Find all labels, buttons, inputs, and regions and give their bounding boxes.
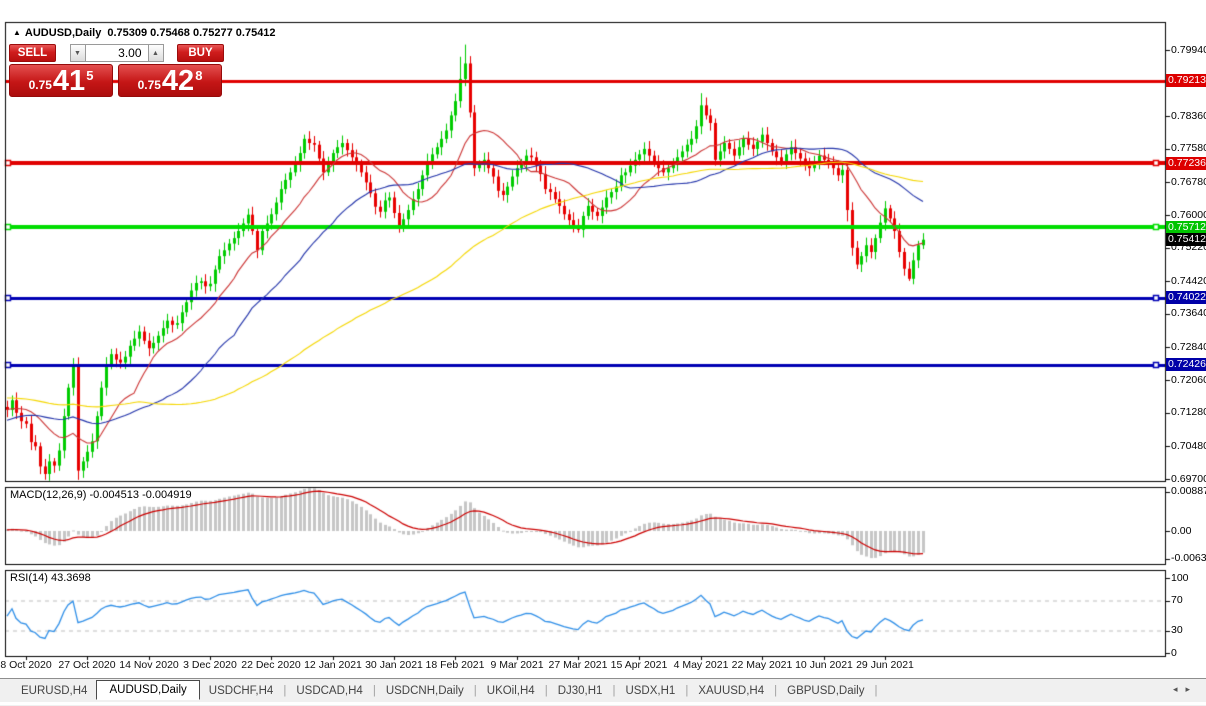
buy-price-box[interactable]: 0.75 42 8 bbox=[118, 64, 222, 97]
buy-price-prefix: 0.75 bbox=[137, 78, 161, 92]
sell-price-pip-digit: 5 bbox=[86, 68, 94, 83]
price-tick-label: 0.72840 bbox=[1171, 340, 1206, 353]
price-tick-label: 0.72060 bbox=[1171, 373, 1206, 386]
price-tick-label: 0.78360 bbox=[1171, 109, 1206, 122]
date-label: 15 Apr 2021 bbox=[610, 659, 668, 671]
volume-input[interactable] bbox=[85, 44, 148, 62]
macd-tick-label: -0.00632 bbox=[1171, 552, 1206, 565]
price-tick-label: 0.70480 bbox=[1171, 439, 1206, 452]
volume-spin-up-button[interactable]: ▲ bbox=[147, 44, 164, 62]
chart-tab-usdcnh-daily[interactable]: USDCNH,Daily bbox=[377, 682, 473, 700]
sell-price-box[interactable]: 0.75 41 5 bbox=[9, 64, 113, 97]
date-label: 22 May 2021 bbox=[731, 659, 793, 671]
chart-tab-usdx-h1[interactable]: USDX,H1 bbox=[616, 682, 684, 700]
current-price-tag: 0.75412 bbox=[1166, 233, 1206, 247]
chart-title: ▲ AUDUSD,Daily 0.75309 0.75468 0.75277 0.7… bbox=[13, 27, 276, 39]
rsi-tick-label: 30 bbox=[1171, 624, 1183, 636]
price-tick-label: 0.71280 bbox=[1171, 406, 1206, 419]
rsi-label: RSI(14) 43.3698 bbox=[10, 572, 91, 584]
date-label: 9 Mar 2021 bbox=[490, 659, 544, 671]
chart-ohlc-values: 0.75309 0.75468 0.75277 0.75412 bbox=[107, 27, 276, 39]
price-tick-label: 0.74420 bbox=[1171, 274, 1206, 287]
price-tick-label: 0.77580 bbox=[1171, 142, 1206, 155]
date-label: 8 Oct 2020 bbox=[0, 659, 52, 671]
date-label: 3 Dec 2020 bbox=[183, 659, 237, 671]
date-label: 18 Feb 2021 bbox=[425, 659, 485, 671]
date-label: 10 Jun 2021 bbox=[795, 659, 853, 671]
tab-scroll-right-icon[interactable]: ▸ bbox=[1185, 684, 1198, 694]
sell-price-big-digits: 41 bbox=[52, 65, 86, 97]
date-label: 27 Mar 2021 bbox=[548, 659, 608, 671]
chart-tab-audusd-daily[interactable]: AUDUSD,Daily bbox=[96, 680, 200, 700]
buy-button[interactable]: BUY bbox=[177, 44, 224, 62]
hline-price-tag: 0.77236 bbox=[1166, 156, 1206, 170]
hline-price-tag: 0.74022 bbox=[1166, 291, 1206, 305]
collapse-arrow-icon[interactable]: ▲ bbox=[13, 28, 21, 37]
chart-symbol-label: AUDUSD,Daily bbox=[24, 27, 102, 39]
volume-spin-down-button[interactable]: ▼ bbox=[69, 44, 86, 62]
chart-tab-usdchf-h4[interactable]: USDCHF,H4 bbox=[200, 682, 283, 700]
tab-scroll-left-icon[interactable]: ◂ bbox=[1173, 684, 1186, 694]
chart-tab-bar: EURUSD,H4 AUDUSD,Daily USDCHF,H4 | USDCAD,H4… bbox=[0, 678, 1206, 702]
hline-price-tag: 0.75712 bbox=[1166, 220, 1206, 234]
rsi-tick-label: 70 bbox=[1171, 594, 1183, 606]
price-tick-label: 0.79940 bbox=[1171, 43, 1206, 56]
chart-tab-gbpusd-daily[interactable]: GBPUSD,Daily bbox=[778, 682, 873, 700]
date-label: 14 Nov 2020 bbox=[119, 659, 179, 671]
date-label: 30 Jan 2021 bbox=[365, 659, 423, 671]
axis-label-layer: 0.79940 0.78360 0.77580 0.76780 0.76000 0.75 2… bbox=[0, 0, 1206, 705]
chart-tab-usdcad-h4[interactable]: USDCAD,H4 bbox=[287, 682, 371, 700]
one-click-trade-panel: SELL ▼ ▲ BUY 0.75 41 5 0.75 42 8 bbox=[9, 44, 224, 97]
rsi-tick-label: 0 bbox=[1171, 646, 1177, 659]
price-tick-label: 0.69700 bbox=[1171, 472, 1206, 485]
hline-price-tag: 0.72426 bbox=[1166, 358, 1206, 372]
sell-button[interactable]: SELL bbox=[9, 44, 56, 62]
price-tick-label: 0.73640 bbox=[1171, 307, 1206, 320]
date-label: 29 Jun 2021 bbox=[856, 659, 914, 671]
rsi-tick-label: 100 bbox=[1171, 571, 1189, 584]
buy-price-pip-digit: 8 bbox=[195, 68, 203, 83]
macd-tick-label: 0.00 bbox=[1171, 524, 1192, 537]
tab-scroll-arrows: ◂▸ bbox=[1173, 684, 1198, 695]
chart-tab-eurusd-h4[interactable]: EURUSD,H4 bbox=[12, 682, 96, 700]
tab-separator: | bbox=[874, 684, 878, 697]
macd-tick-label: 0.008871 bbox=[1171, 485, 1206, 498]
sell-price-prefix: 0.75 bbox=[28, 78, 52, 92]
date-label: 27 Oct 2020 bbox=[58, 659, 116, 671]
date-label: 4 May 2021 bbox=[673, 659, 729, 671]
chart-tab-xauusd-h4[interactable]: XAUUSD,H4 bbox=[689, 682, 773, 700]
date-label: 22 Dec 2020 bbox=[241, 659, 301, 671]
date-label: 12 Jan 2021 bbox=[304, 659, 362, 671]
chart-tab-ukoil-h4[interactable]: UKOil,H4 bbox=[478, 682, 544, 700]
chart-tab-dj30-h1[interactable]: DJ30,H1 bbox=[549, 682, 612, 700]
price-tick-label: 0.76780 bbox=[1171, 175, 1206, 188]
hline-price-tag: 0.79213 bbox=[1166, 74, 1206, 87]
buy-price-big-digits: 42 bbox=[161, 65, 195, 97]
price-tick-label: 0.76000 bbox=[1171, 208, 1206, 221]
macd-label: MACD(12,26,9) -0.004513 -0.004919 bbox=[10, 489, 192, 501]
